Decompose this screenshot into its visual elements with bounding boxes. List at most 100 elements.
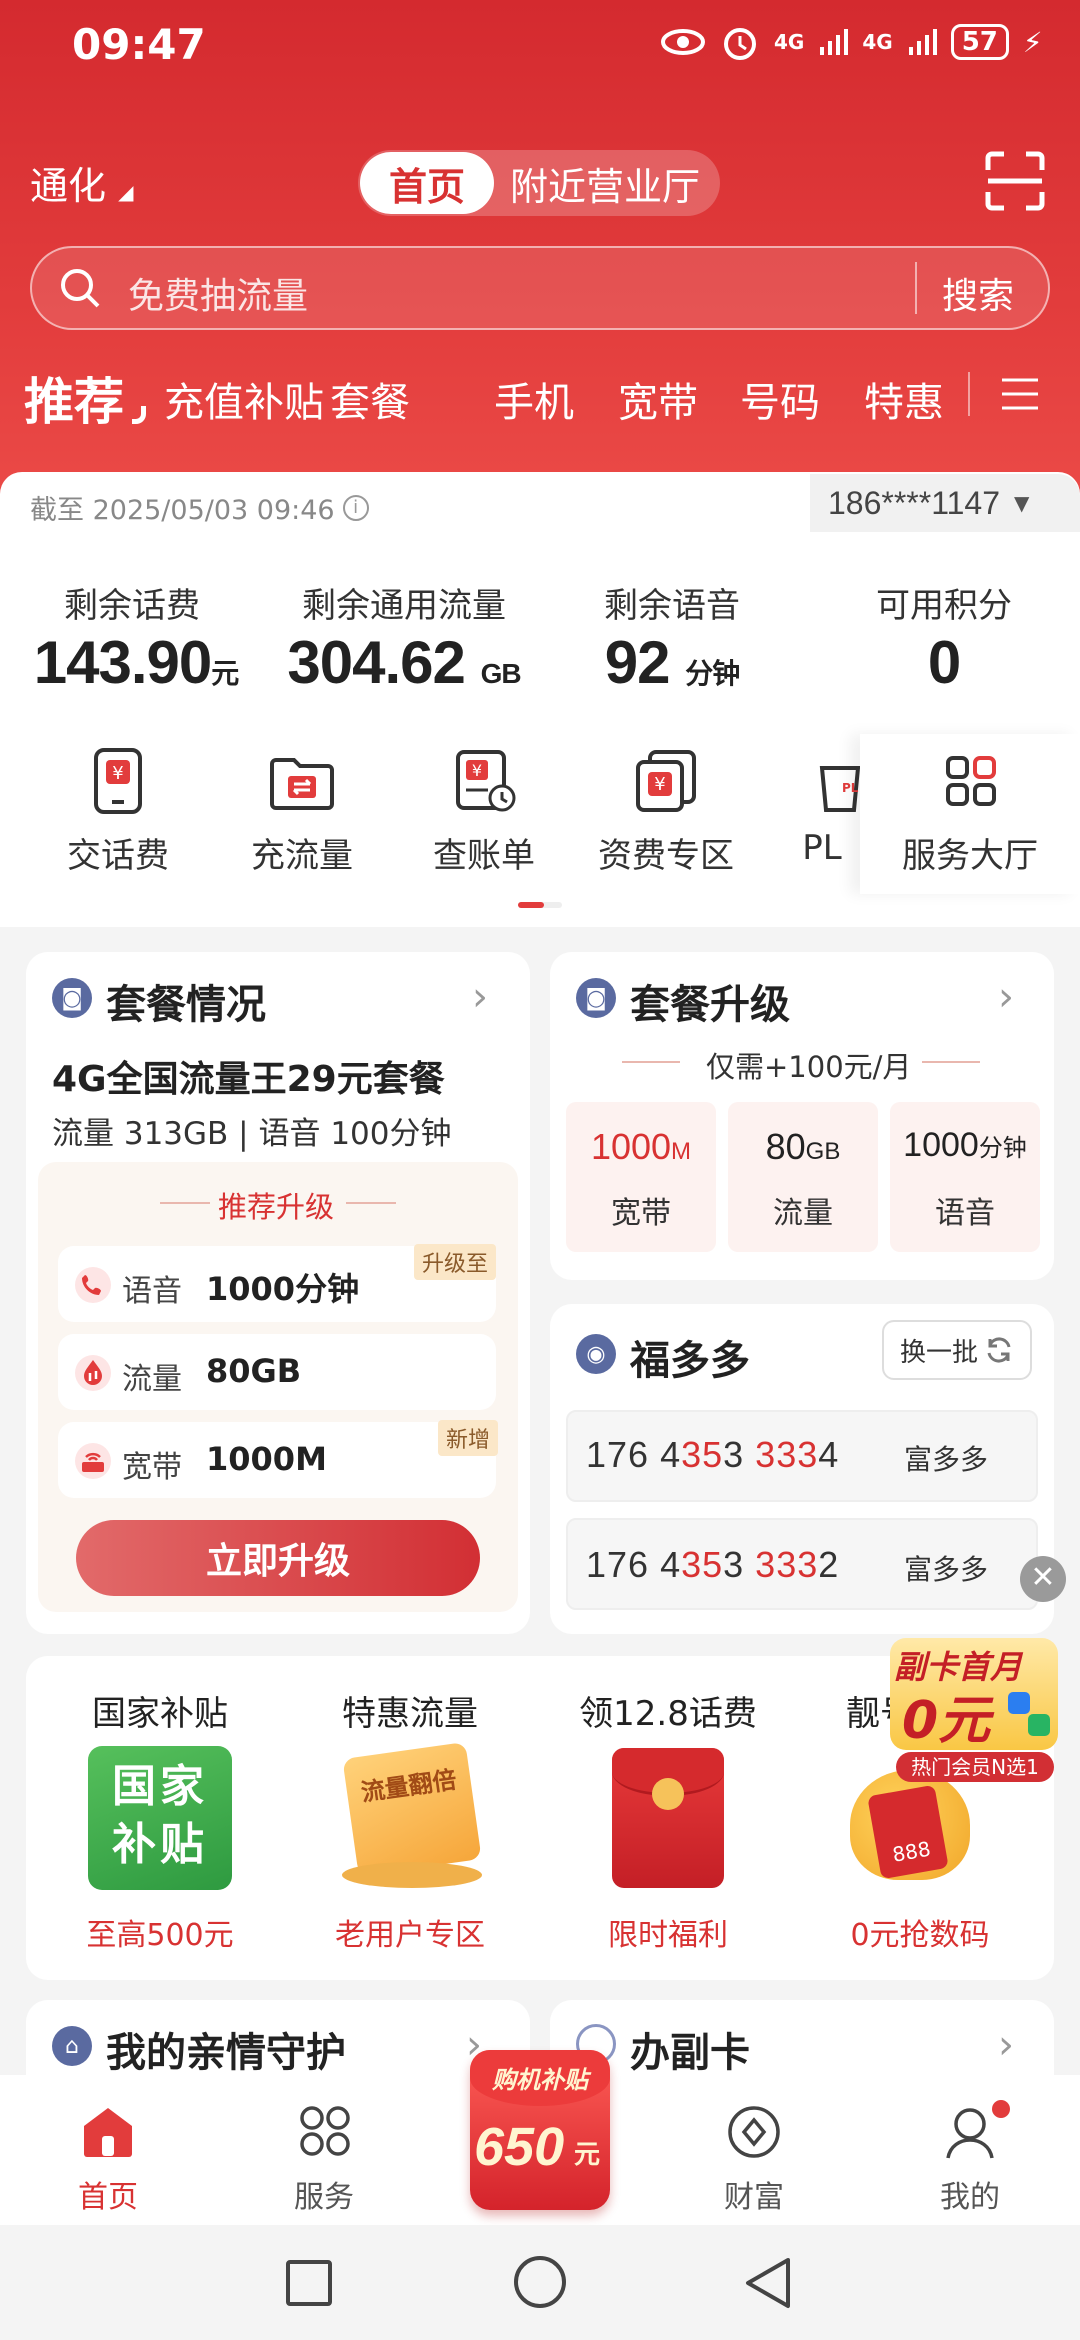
cell-unit: 分钟 xyxy=(978,1135,1027,1162)
promo-national-subsidy[interactable]: 国家补贴 国家补贴 至高500元 xyxy=(40,1686,280,1976)
upgrade-cell-value: 80GB xyxy=(728,1126,878,1168)
envelope-seal xyxy=(652,1778,684,1810)
upgrade-now-button[interactable]: 立即升级 xyxy=(76,1520,480,1596)
promo-title: 特惠流量 xyxy=(342,1694,478,1734)
upgrade-row-value: 80GB xyxy=(206,1352,302,1390)
network-4g-1: 4G xyxy=(774,30,805,54)
stat-value: 143.90 xyxy=(33,629,213,696)
stat-voice[interactable]: 92 分钟 xyxy=(542,628,802,697)
info-icon[interactable]: i xyxy=(342,494,369,521)
services-icon xyxy=(300,2106,350,2156)
upgrade-row-label: 流量 xyxy=(122,1362,182,1397)
upgrade-tag: 新增 xyxy=(438,1420,499,1456)
user-profile-icon xyxy=(946,2108,994,2159)
search-input[interactable]: 免费抽流量 xyxy=(128,267,308,319)
svg-text:PL: PL xyxy=(842,781,859,795)
notification-dot xyxy=(992,2100,1010,2118)
category-item[interactable]: 充值补贴 xyxy=(164,370,324,428)
close-icon[interactable]: ✕ xyxy=(1020,1556,1066,1602)
upgrade-price-note: 仅需+100元/月 xyxy=(706,1050,912,1084)
tab-home[interactable]: 首页 xyxy=(360,152,494,214)
nav-mine[interactable]: 我的 xyxy=(910,2096,1030,2220)
category-item[interactable]: 手机 xyxy=(494,370,574,428)
promo-subtitle: 限时福利 xyxy=(608,1918,728,1953)
service-label: 服务大厅 xyxy=(902,836,1038,876)
stat-balance[interactable]: 143.90元 xyxy=(6,628,266,697)
stat-points[interactable]: 0 xyxy=(814,628,1074,697)
category-item[interactable]: 套餐 xyxy=(330,370,410,428)
search-divider xyxy=(915,262,917,314)
promo-subtitle: 至高500元 xyxy=(86,1918,234,1953)
app-logo-k-icon xyxy=(1008,1692,1030,1714)
grid-apps-icon xyxy=(946,756,996,806)
service-label: 资费专区 xyxy=(598,836,734,876)
status-time: 09:47 xyxy=(72,20,206,69)
stat-label: 可用积分 xyxy=(876,586,1012,626)
service-tariff-zone[interactable]: ¥ 资费专区 xyxy=(576,748,756,888)
phone-selector[interactable]: 186****1147 ▼ xyxy=(810,474,1080,532)
nav-services[interactable]: 服务 xyxy=(264,2096,384,2220)
upgrade-tag: 升级至 xyxy=(414,1244,497,1280)
floating-promo-badge[interactable]: 副卡首月 0元 热门会员N选1 xyxy=(888,1638,1060,1784)
refresh-batch-button[interactable]: 换一批 xyxy=(882,1320,1032,1380)
city-selector[interactable]: 通化 ◢ xyxy=(30,155,134,210)
refresh-icon xyxy=(987,1337,1011,1363)
category-item[interactable]: 特惠 xyxy=(864,370,944,428)
menu-icon[interactable] xyxy=(1000,374,1040,414)
nav-label: 服务 xyxy=(294,2180,354,2215)
scroll-indicator-thumb xyxy=(518,902,544,908)
alarm-icon xyxy=(724,28,756,60)
chevron-right-icon[interactable]: › xyxy=(998,974,1014,1020)
pedestal-shape xyxy=(342,1862,482,1888)
nav-label: 财富 xyxy=(724,2180,784,2215)
data-double-image: 流量翻倍 xyxy=(342,1741,482,1877)
category-item[interactable]: 宽带 xyxy=(618,370,698,428)
router-icon xyxy=(75,1443,111,1479)
nav-center-subsidy-badge[interactable]: 购机补贴 650 元 xyxy=(470,2050,610,2216)
promo-special-data[interactable]: 特惠流量 流量翻倍 老用户专区 xyxy=(290,1686,530,1976)
home-circle-icon[interactable] xyxy=(514,2256,566,2308)
timestamp-text: 截至 2025/05/03 09:46 xyxy=(30,495,335,526)
family-guard-title: 我的亲情守护 xyxy=(106,2030,346,2076)
phone-yuan-icon: ¥ xyxy=(94,748,142,814)
service-check-bill[interactable]: ¥ 查账单 xyxy=(394,748,574,888)
promo-subtitle: 0元抢数码 xyxy=(850,1918,990,1953)
service-label: 交话费 xyxy=(67,836,169,876)
tab-nearby-stores[interactable]: 附近营业厅 xyxy=(510,152,710,214)
service-top-up-data[interactable]: 充流量 xyxy=(212,748,392,888)
stat-unit: GB xyxy=(480,658,522,689)
battery-level: 57 xyxy=(950,24,1009,60)
svg-text:¥: ¥ xyxy=(654,774,665,795)
divider-line xyxy=(160,1202,210,1204)
stat-value: 304.62 xyxy=(287,629,466,696)
service-pay-bill[interactable]: ¥ 交话费 xyxy=(28,748,208,888)
chevron-right-icon[interactable]: › xyxy=(472,974,488,1020)
badge-title: 购机补贴 xyxy=(492,2066,588,2094)
scan-icon[interactable] xyxy=(984,150,1046,212)
plan-icon: ◙ xyxy=(52,978,92,1018)
status-icons: 4G 4G 57 ⚡ xyxy=(660,22,1043,62)
tariff-cards-icon: ¥ xyxy=(636,750,696,812)
network-4g-2: 4G xyxy=(862,30,893,54)
category-recommend[interactable]: 推荐 xyxy=(24,362,124,434)
search-button[interactable]: 搜索 xyxy=(942,267,1014,319)
divider-line xyxy=(922,1061,980,1063)
upgrade-cell-label: 语音 xyxy=(935,1196,995,1231)
service-hall[interactable]: 服务大厅 xyxy=(860,734,1080,894)
chevron-right-icon[interactable]: › xyxy=(998,2022,1014,2068)
service-label: 查账单 xyxy=(433,836,535,876)
stat-data[interactable]: 304.62 GB xyxy=(274,628,534,697)
nav-home[interactable]: 首页 xyxy=(48,2096,168,2220)
service-pl-partial[interactable]: PL PL xyxy=(770,748,860,888)
stat-value: 92 xyxy=(604,629,671,696)
nav-wealth[interactable]: 财富 xyxy=(694,2096,814,2220)
recent-apps-icon[interactable] xyxy=(286,2260,332,2306)
category-item[interactable]: 号码 xyxy=(740,370,820,428)
stat-value: 0 xyxy=(927,629,961,696)
digits-highlight: 333 xyxy=(755,1544,819,1585)
upgrade-cell-label: 流量 xyxy=(773,1196,833,1231)
app-logo-k-icon xyxy=(1028,1714,1050,1736)
back-triangle-icon[interactable] xyxy=(742,2256,794,2310)
promo-bill-credit[interactable]: 领12.8话费 限时福利 xyxy=(548,1686,788,1976)
account-timestamp: 截至 2025/05/03 09:46 i xyxy=(30,488,369,527)
